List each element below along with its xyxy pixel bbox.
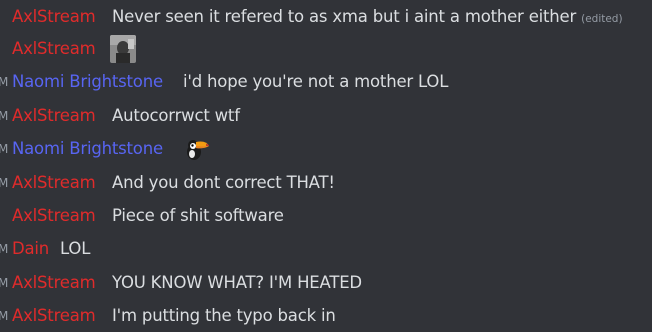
message-row[interactable]: M Dain LOL — [0, 232, 652, 265]
message-text: And you dont correct THAT! — [112, 173, 335, 192]
message-text: Piece of shit software — [112, 206, 284, 225]
username-axlstream[interactable]: AxlStream — [12, 39, 96, 58]
timestamp-stub: M — [0, 175, 9, 190]
timestamp-stub: M — [0, 108, 9, 123]
username-naomi-brightstone[interactable]: Naomi Brightstone — [12, 72, 163, 91]
message-text: LOL — [60, 239, 91, 258]
timestamp-stub: M — [0, 275, 9, 290]
message-row[interactable]: AxlStream Piece of shit software — [0, 199, 652, 232]
message-text: Autocorrwct wtf — [112, 106, 240, 125]
message-row[interactable]: M AxlStream YOU KNOW WHAT? I'M HEATED — [0, 266, 652, 299]
timestamp-stub: M — [0, 74, 9, 89]
username-dain[interactable]: Dain — [12, 239, 49, 258]
username-axlstream[interactable]: AxlStream — [12, 273, 96, 292]
image-thumbnail-graphic — [110, 35, 136, 63]
image-thumbnail[interactable] — [110, 35, 136, 63]
username-axlstream[interactable]: AxlStream — [12, 106, 96, 125]
toucan-emoji[interactable] — [184, 136, 210, 162]
edited-label: (edited) — [581, 13, 623, 25]
chat-message-list: AxlStream Never seen it refered to as xm… — [0, 0, 652, 332]
timestamp-stub: M — [0, 141, 9, 156]
message-row[interactable]: M AxlStream And you dont correct THAT! — [0, 166, 652, 199]
message-row[interactable]: M AxlStream I'm putting the typo back in — [0, 299, 652, 332]
message-row[interactable]: M AxlStream Autocorrwct wtf — [0, 99, 652, 132]
message-row[interactable]: AxlStream — [0, 32, 652, 65]
message-row[interactable]: M Naomi Brightstone i'd hope you're not … — [0, 65, 652, 98]
message-text: i'd hope you're not a mother LOL — [183, 72, 449, 91]
message-row[interactable]: AxlStream Never seen it refered to as xm… — [0, 0, 652, 33]
username-axlstream[interactable]: AxlStream — [12, 206, 96, 225]
message-text: Never seen it refered to as xma but i ai… — [112, 7, 623, 26]
username-axlstream[interactable]: AxlStream — [12, 306, 96, 325]
message-text: I'm putting the typo back in — [112, 306, 336, 325]
message-row[interactable]: M Naomi Brightstone — [0, 132, 652, 165]
message-body: Never seen it refered to as xma but i ai… — [112, 7, 577, 26]
username-naomi-brightstone[interactable]: Naomi Brightstone — [12, 139, 163, 158]
timestamp-stub: M — [0, 241, 9, 256]
timestamp-stub: M — [0, 308, 9, 323]
toucan-emoji-graphic — [187, 140, 209, 160]
username-axlstream[interactable]: AxlStream — [12, 173, 96, 192]
message-text: YOU KNOW WHAT? I'M HEATED — [112, 273, 362, 292]
username-axlstream[interactable]: AxlStream — [12, 7, 96, 26]
